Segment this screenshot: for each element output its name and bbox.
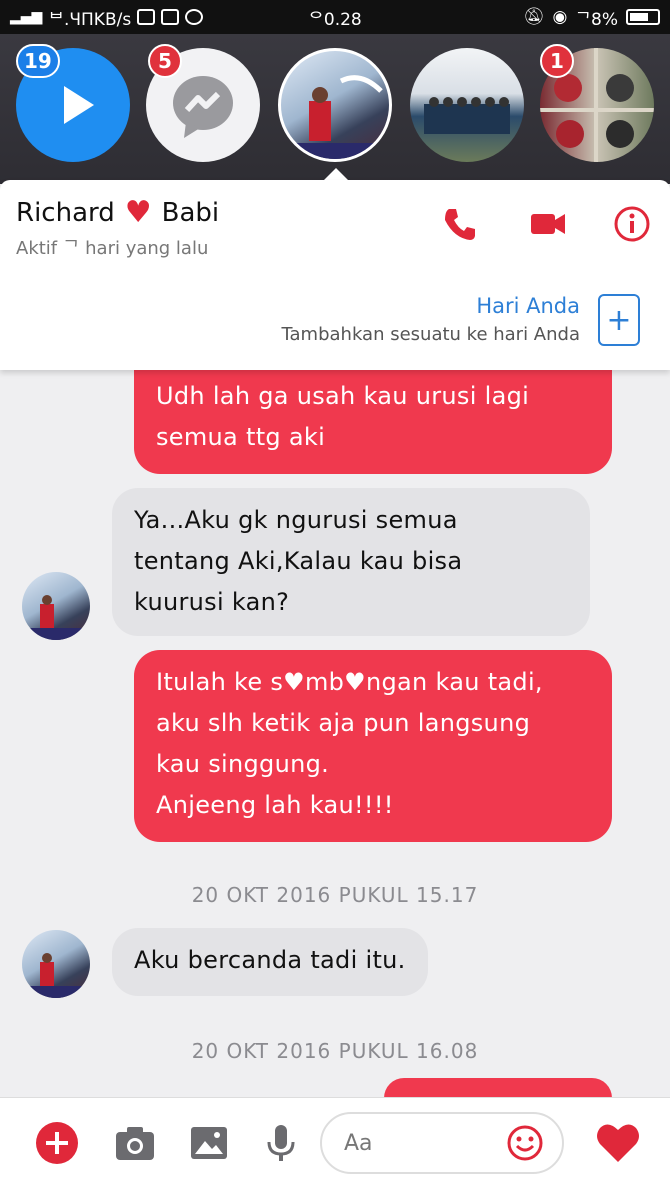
eye-icon: ◉: [552, 7, 568, 27]
chat-heads-strip: 19 5 1: [0, 34, 670, 184]
camera-icon[interactable]: [112, 1120, 158, 1166]
video-call-icon[interactable]: [528, 204, 568, 244]
plus-icon[interactable]: [34, 1120, 80, 1166]
microphone-icon[interactable]: [258, 1120, 304, 1166]
emoji-icon[interactable]: [506, 1124, 544, 1162]
message-input-placeholder: Aa: [344, 1130, 373, 1156]
status-time: ᄋ0.28: [308, 9, 362, 30]
info-icon[interactable]: [612, 204, 652, 244]
message-timestamp: 20 OKT 2016 PUKUL 15.17: [191, 883, 479, 907]
network-speed: ᄇ.ЧΠKB/s: [48, 9, 132, 30]
message-input[interactable]: Aa: [320, 1112, 564, 1174]
chat-head-group[interactable]: [410, 48, 524, 162]
contact-status: Aktif ᄀ hari yang lalu: [16, 238, 209, 259]
battery-icon: [626, 9, 660, 25]
avatar-photo: [28, 595, 84, 640]
message-incoming[interactable]: Ya...Aku gk ngurusi semua tentang Aki,Ka…: [112, 488, 590, 636]
heart-emoji-icon: ♥: [124, 195, 152, 230]
message-outgoing[interactable]: Itulah ke s♥mb♥ngan kau tadi, aku slh ke…: [134, 650, 612, 842]
chat-head-contact-active[interactable]: [278, 48, 392, 162]
bbm-icon: [161, 9, 180, 25]
message-timestamp: 20 OKT 2016 PUKUL 16.08: [191, 1039, 479, 1063]
phone-call-icon[interactable]: [440, 204, 480, 244]
contact-name-second: Babi: [161, 198, 220, 228]
heart-like-icon[interactable]: [592, 1116, 644, 1168]
mute-icon: 🔕︎: [522, 7, 545, 27]
chat-head-badge: 1: [540, 44, 574, 78]
conversation-header: Richard ♥ Babi Aktif ᄀ hari yang lalu Ha…: [0, 180, 670, 370]
contact-photo: [291, 75, 383, 159]
contact-name-first: Richard: [16, 198, 115, 228]
your-day-title[interactable]: Hari Anda: [476, 294, 580, 318]
chat-head-badge: 19: [16, 44, 60, 78]
contact-avatar: [22, 572, 90, 640]
contact-avatar: [22, 930, 90, 998]
group-photo: [424, 97, 510, 134]
chat-head-badge: 5: [148, 44, 182, 78]
instagram-icon: [137, 9, 156, 25]
signal-icon: ▂▄▆: [10, 9, 43, 25]
your-day-subtitle: Tambahkan sesuatu ke hari Anda: [281, 324, 581, 345]
avatar-photo: [28, 953, 84, 998]
contact-name[interactable]: Richard ♥ Babi: [16, 195, 220, 230]
status-bar: ▂▄▆ ᄇ.ЧΠKB/s ᄋ0.28 🔕︎ ◉ ᄀ8%: [0, 0, 670, 34]
add-to-day-button[interactable]: +: [598, 294, 640, 346]
message-composer: Aa: [0, 1097, 670, 1191]
messenger-notif-icon: [185, 9, 204, 25]
message-incoming[interactable]: Aku bercanda tadi itu.: [112, 928, 428, 996]
gallery-icon[interactable]: [186, 1120, 232, 1166]
battery-percent: ᄀ8%: [575, 9, 618, 30]
